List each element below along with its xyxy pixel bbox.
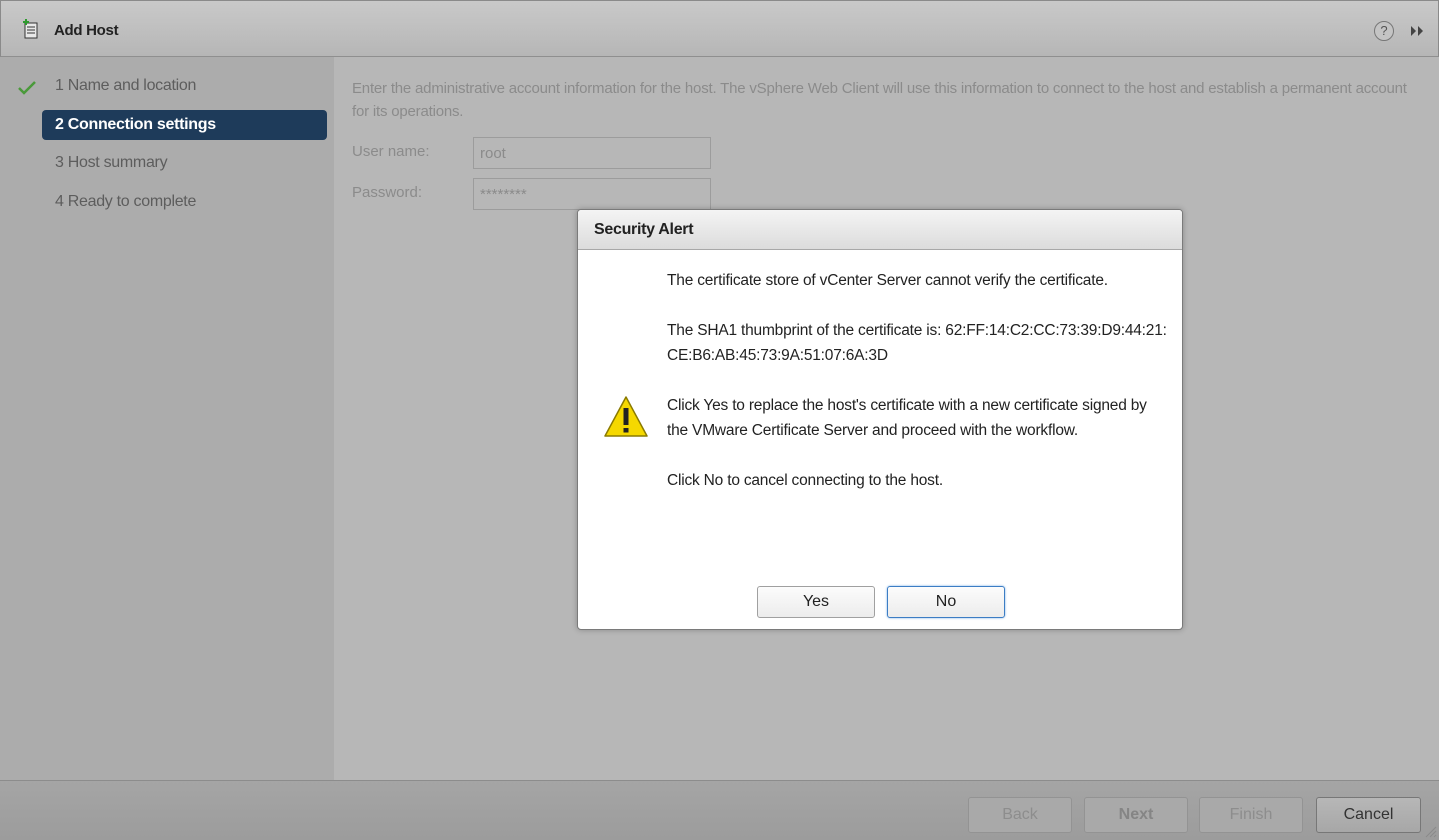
security-alert-dialog: Security Alert The certificate store of … [577,209,1183,630]
wizard-header: Add Host ? [0,0,1439,57]
username-label: User name: [352,143,430,160]
message-paragraph: The certificate store of vCenter Server … [667,272,1108,289]
password-input[interactable] [473,178,711,210]
step-host-summary: 3 Host summary [55,154,168,171]
username-input[interactable] [473,137,711,169]
wizard-footer: Back Next Finish Cancel [0,780,1439,840]
no-button[interactable]: No [887,586,1005,618]
message-paragraph: Click Yes to replace the host's certific… [667,397,1147,439]
yes-button[interactable]: Yes [757,586,875,618]
expand-icon[interactable] [1407,22,1427,40]
cancel-button[interactable]: Cancel [1316,797,1421,833]
message-paragraph: The SHA1 thumbprint of the certificate i… [667,322,1167,364]
warning-icon [604,396,648,437]
help-icon[interactable]: ? [1374,21,1394,41]
wizard-steps: 1 Name and location 2 Connection setting… [0,57,334,780]
password-label: Password: [352,184,423,201]
finish-button[interactable]: Finish [1199,797,1303,833]
dialog-message: The certificate store of vCenter Server … [667,268,1167,493]
checkmark-icon [18,81,36,95]
resize-grip-icon[interactable] [1425,826,1437,838]
back-button[interactable]: Back [968,797,1072,833]
wizard-title: Add Host [54,22,119,39]
message-paragraph: Click No to cancel connecting to the hos… [667,472,943,489]
intro-text: Enter the administrative account informa… [352,80,1407,120]
dialog-title: Security Alert [578,210,1182,250]
host-add-icon [23,19,38,39]
next-button[interactable]: Next [1084,797,1188,833]
step-name-and-location[interactable]: 1 Name and location [42,71,327,101]
step-ready-to-complete: 4 Ready to complete [55,193,197,210]
step-connection-settings[interactable]: 2 Connection settings [42,110,327,140]
